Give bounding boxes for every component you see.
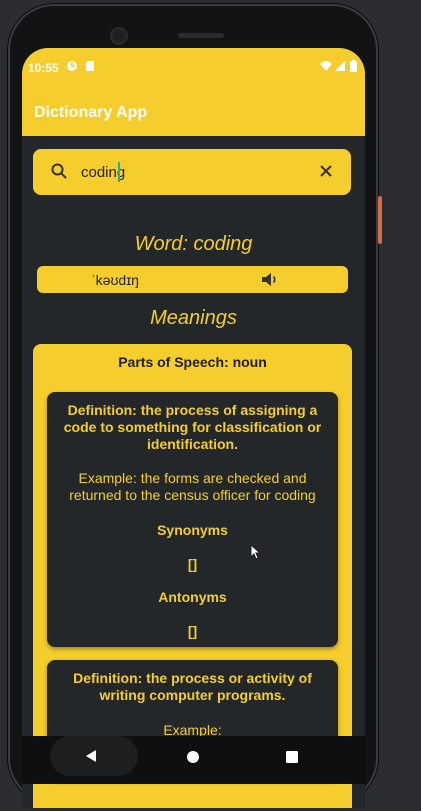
search-bar[interactable]: coding bbox=[33, 149, 351, 195]
front-camera bbox=[112, 29, 126, 43]
notification-icon bbox=[66, 60, 78, 75]
sd-card-icon bbox=[85, 60, 95, 75]
word-heading: Word: coding bbox=[134, 233, 253, 255]
antonyms-label: Antonyms bbox=[158, 589, 227, 605]
wifi-icon bbox=[320, 60, 332, 75]
synonyms-label: Synonyms bbox=[157, 522, 228, 538]
battery-icon bbox=[350, 60, 357, 75]
phonetic-bar: ˈkəʊdɪŋ bbox=[37, 266, 348, 293]
part-of-speech: Parts of Speech: noun bbox=[118, 354, 267, 370]
app-bar: Dictionary App bbox=[22, 88, 365, 136]
phonetic-text: ˈkəʊdɪŋ bbox=[91, 272, 139, 288]
speaker-icon[interactable] bbox=[261, 272, 279, 292]
home-icon[interactable] bbox=[187, 750, 199, 768]
app-title: Dictionary App bbox=[34, 104, 148, 121]
screen: 10:55 Dictionary App coding Word: coding bbox=[22, 48, 365, 808]
status-time: 10:55 bbox=[28, 61, 59, 75]
definition-text: Definition: the process of assigning a c… bbox=[63, 402, 322, 452]
mouse-pointer-icon bbox=[250, 543, 262, 565]
clear-icon[interactable] bbox=[319, 164, 333, 183]
definition-card: Definition: the process of assigning a c… bbox=[47, 392, 338, 647]
power-button[interactable] bbox=[378, 196, 382, 244]
signal-icon bbox=[335, 60, 346, 75]
meanings-heading: Meanings bbox=[150, 307, 237, 329]
example-text: Example: the forms are checked and retur… bbox=[69, 470, 316, 503]
synonyms-value: [] bbox=[187, 556, 198, 572]
text-cursor bbox=[118, 162, 120, 182]
navigation-bar bbox=[22, 736, 365, 784]
recents-icon[interactable] bbox=[286, 750, 298, 768]
antonyms-value: [] bbox=[187, 623, 198, 639]
earpiece-speaker bbox=[178, 33, 224, 38]
status-bar: 10:55 bbox=[22, 48, 365, 88]
search-icon[interactable] bbox=[51, 163, 67, 184]
back-icon[interactable] bbox=[84, 749, 98, 768]
definition-text: Definition: the process or activity of w… bbox=[73, 670, 312, 703]
